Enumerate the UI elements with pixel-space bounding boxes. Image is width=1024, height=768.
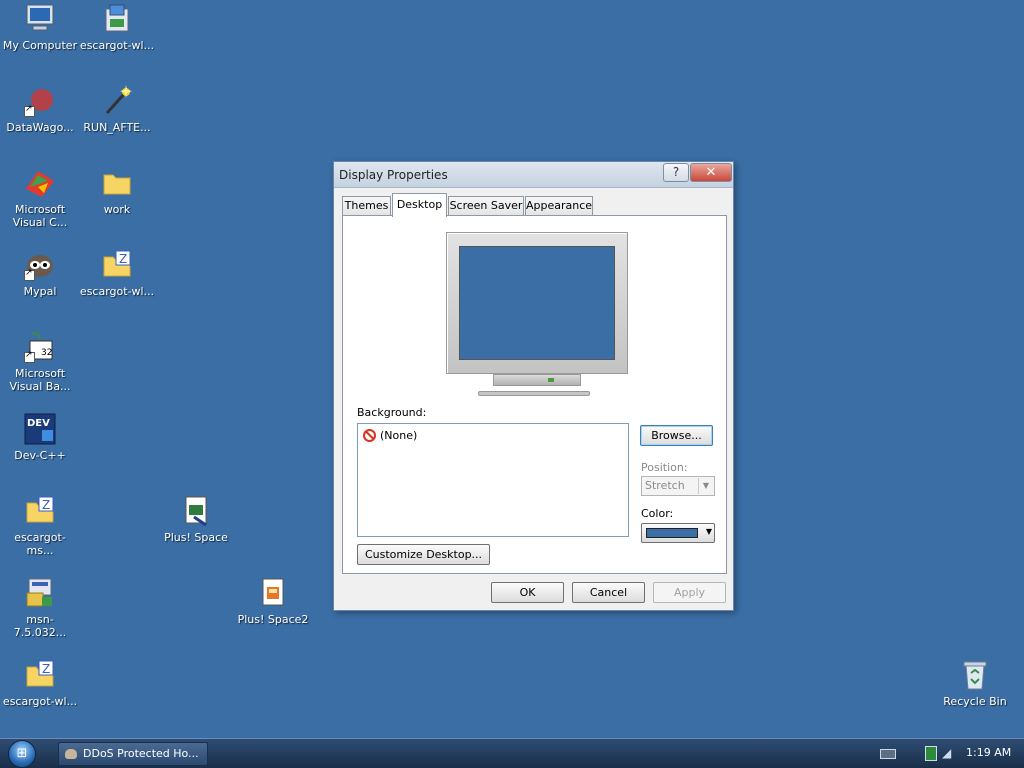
- desktop-icon-label: Microsoft Visual Ba...: [9, 367, 71, 393]
- desktop-icon-label: Mypal: [23, 285, 57, 298]
- zip-folder-icon: Z: [24, 495, 56, 527]
- taskbar: ⊞ DDoS Protected Ho... ◢ 1:19 AM: [0, 738, 1024, 768]
- shortcut-arrow-icon: [24, 350, 35, 363]
- color-swatch: [646, 528, 698, 538]
- tab-screen-saver[interactable]: Screen Saver: [448, 196, 524, 216]
- desktop-icon-label: RUN_AFTE...: [83, 121, 151, 134]
- chevron-down-icon: ▼: [698, 478, 713, 494]
- svg-text:Z: Z: [42, 498, 50, 512]
- plus-space2-icon: [257, 577, 289, 609]
- taskbar-button-label: DDoS Protected Ho...: [83, 747, 199, 760]
- volume-icon[interactable]: ◢: [942, 745, 956, 761]
- desktop-icon-escargot-zip-2[interactable]: Z escargot-wl...: [2, 659, 78, 708]
- background-label: Background:: [357, 406, 427, 419]
- wand-icon: [101, 85, 133, 117]
- ok-button[interactable]: OK: [491, 582, 564, 603]
- power-led-icon: [548, 378, 554, 382]
- monitor-screen: [459, 246, 615, 360]
- browse-button[interactable]: Browse...: [640, 425, 713, 446]
- help-button[interactable]: ?: [663, 163, 689, 182]
- color-picker-button[interactable]: ▼: [641, 523, 715, 543]
- windows-logo-icon: ⊞: [16, 746, 28, 761]
- zip-folder-icon: Z: [101, 249, 133, 281]
- position-select[interactable]: Stretch ▼: [641, 476, 715, 496]
- network-icon[interactable]: [925, 746, 937, 761]
- visual-basic-icon: 32: [24, 331, 56, 363]
- desktop-icon-visual-basic[interactable]: 32 Microsoft Visual Ba...: [2, 331, 78, 393]
- start-button[interactable]: ⊞: [8, 740, 36, 768]
- monitor-base: [478, 391, 590, 396]
- desktop-icon-plus-space2[interactable]: Plus! Space2: [235, 577, 311, 626]
- desktop-icon-label: Recycle Bin: [943, 695, 1007, 708]
- svg-text:32: 32: [41, 348, 52, 358]
- datawagon-icon: [24, 85, 56, 117]
- desktop-icon-escargot-ms[interactable]: Z escargot-ms...: [2, 495, 78, 557]
- plus-space-icon: [180, 495, 212, 527]
- desktop-icon-label: escargot-wl...: [79, 39, 155, 52]
- mypal-icon: [24, 249, 56, 281]
- tab-appearance[interactable]: Appearance: [525, 196, 593, 216]
- dialog-titlebar[interactable]: Display Properties ? ✕: [334, 162, 733, 188]
- cancel-button[interactable]: Cancel: [572, 582, 645, 603]
- desktop-tab-panel: Background: (None) Browse... Position: S…: [342, 215, 727, 574]
- desktop-icon-visual-c[interactable]: Microsoft Visual C...: [2, 167, 78, 229]
- visual-c-icon: [24, 167, 56, 199]
- desktop-icon-label: My Computer: [2, 39, 78, 52]
- customize-desktop-button[interactable]: Customize Desktop...: [357, 544, 490, 565]
- color-label: Color:: [641, 507, 674, 520]
- close-button[interactable]: ✕: [690, 163, 732, 182]
- svg-text:Z: Z: [119, 252, 127, 266]
- recycle-bin-icon: [959, 659, 991, 691]
- list-item[interactable]: (None): [363, 427, 417, 443]
- desktop-icon-mypal[interactable]: Mypal: [2, 249, 78, 298]
- position-value: Stretch: [645, 479, 685, 492]
- svg-text:DEV: DEV: [27, 418, 50, 429]
- background-item-label: (None): [380, 428, 418, 442]
- display-properties-dialog: Display Properties ? ✕ Themes Desktop Sc…: [333, 161, 734, 611]
- monitor-stand: [493, 374, 581, 386]
- background-list[interactable]: (None): [357, 423, 629, 537]
- folder-icon: [101, 167, 133, 199]
- msn-installer-icon: [24, 577, 56, 609]
- shortcut-arrow-icon: [24, 104, 35, 117]
- desktop-icon-label: msn-7.5.032...: [13, 613, 67, 639]
- desktop-icon-label: Microsoft Visual C...: [12, 203, 68, 229]
- monitor-frame: [446, 232, 628, 374]
- zip-folder-icon: Z: [24, 659, 56, 691]
- desktop-icon-run-after[interactable]: RUN_AFTE...: [79, 85, 155, 134]
- apply-button[interactable]: Apply: [653, 582, 726, 603]
- desktop-icon-label: Dev-C++: [14, 449, 66, 462]
- desktop-icon-label: work: [103, 203, 131, 216]
- desktop-icon-msn[interactable]: msn-7.5.032...: [2, 577, 78, 639]
- taskbar-button-ddos[interactable]: DDoS Protected Ho...: [58, 742, 208, 766]
- devcpp-icon: DEV: [24, 413, 56, 445]
- desktop-icon-devcpp[interactable]: DEV Dev-C++: [2, 413, 78, 462]
- svg-text:Z: Z: [42, 662, 50, 676]
- desktop-icon-label: escargot-wl...: [79, 285, 155, 298]
- keyboard-icon[interactable]: [880, 749, 896, 759]
- none-icon: [363, 428, 376, 442]
- desktop-icon-recycle-bin[interactable]: Recycle Bin: [937, 659, 1013, 708]
- clock[interactable]: 1:19 AM: [966, 746, 1011, 759]
- tab-themes[interactable]: Themes: [342, 196, 391, 216]
- desktop-icon-plus-space[interactable]: Plus! Space: [158, 495, 234, 544]
- desktop-icon-label: DataWago...: [6, 121, 74, 134]
- browser-icon: [65, 749, 77, 759]
- tab-desktop[interactable]: Desktop: [392, 193, 447, 217]
- desktop-icon-label: Plus! Space: [164, 531, 228, 544]
- dialog-title: Display Properties: [339, 168, 448, 182]
- desktop-icon-label: Plus! Space2: [237, 613, 309, 626]
- desktop-icon-label: escargot-wl...: [2, 695, 78, 708]
- computer-icon: [24, 3, 56, 35]
- desktop-icon-label: escargot-ms...: [14, 531, 66, 557]
- desktop-icon-work[interactable]: work: [79, 167, 155, 216]
- desktop-icon-escargot-zip-1[interactable]: Z escargot-wl...: [79, 249, 155, 298]
- desktop-icon-escargot-installer[interactable]: escargot-wl...: [79, 3, 155, 52]
- shortcut-arrow-icon: [24, 268, 35, 281]
- desktop-icon-datawagon[interactable]: DataWago...: [2, 85, 78, 134]
- position-label: Position:: [641, 461, 688, 474]
- desktop-icon-my-computer[interactable]: My Computer: [2, 3, 78, 52]
- installer-icon: [101, 3, 133, 35]
- chevron-down-icon: ▼: [705, 527, 712, 536]
